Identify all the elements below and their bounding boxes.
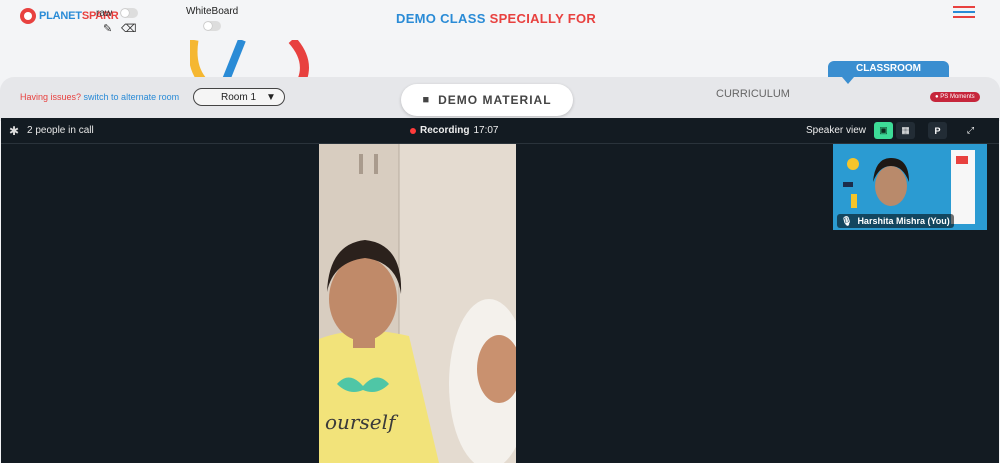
self-name-tag: 🎙 Harshita Mishra (You) <box>837 214 954 228</box>
pip-label: P <box>934 125 941 136</box>
self-name: Harshita Mishra (You) <box>857 216 950 226</box>
recording-dot-icon <box>410 127 416 134</box>
issues-text: Having issues? <box>20 92 82 102</box>
ps-moments-badge[interactable]: ● PS Moments <box>930 92 980 102</box>
grid-view-button[interactable]: ▦ <box>896 122 915 139</box>
ps-moments-label: PS Moments <box>940 94 975 100</box>
alternate-room-link[interactable]: switch to alternate room <box>84 92 180 102</box>
title-part2: SPECIALLY FOR <box>489 11 597 26</box>
recording-label: Recording <box>420 125 470 136</box>
demo-material-button[interactable]: ■ DEMO MATERIAL <box>401 84 573 116</box>
fullscreen-button[interactable]: ⤢ <box>961 122 980 139</box>
call-header: ✱ 2 people in call Recording 17:07 Speak… <box>1 118 999 144</box>
dropdown-arrow-icon: ▼ <box>266 91 276 103</box>
camera-icon: ● <box>935 94 939 100</box>
self-video-thumbnail[interactable]: 🎙 Harshita Mishra (You) <box>833 144 987 230</box>
main-video-feed: ourself <box>319 144 516 463</box>
decorative-arcs <box>190 40 309 80</box>
pencil-icon[interactable]: ✎ <box>103 22 112 35</box>
draw-toggle[interactable] <box>120 8 138 18</box>
people-count: 2 people in call <box>27 125 94 136</box>
issues-message: Having issues? switch to alternate room <box>20 92 179 102</box>
speaker-view-button[interactable]: ▣ <box>874 122 893 139</box>
pip-button[interactable]: P <box>928 122 947 139</box>
room-select[interactable]: Room 1 ▼ <box>193 88 285 106</box>
microphone-icon: 🎙 <box>841 215 853 226</box>
recording-time: 17:07 <box>473 125 499 136</box>
recording-indicator: Recording 17:07 <box>410 125 498 136</box>
svg-text:ourself: ourself <box>325 410 399 434</box>
classroom-pointer <box>842 77 854 84</box>
eraser-icon[interactable]: ⌫ <box>121 22 137 35</box>
room-select-value: Room 1 <box>221 91 257 103</box>
expand-icon: ⤢ <box>966 125 975 135</box>
speaker-view-icon: ▣ <box>879 125 888 135</box>
logo-text-part1: PLANET <box>39 10 82 22</box>
whiteboard-toggle[interactable] <box>203 21 221 31</box>
settings-gear-icon[interactable]: ✱ <box>9 124 19 138</box>
page-title: DEMO CLASS SPECIALLY FOR <box>396 11 596 26</box>
grid-icon: ▦ <box>901 125 910 135</box>
video-call-panel: ✱ 2 people in call Recording 17:07 Speak… <box>1 118 999 463</box>
tab-classroom[interactable]: CLASSROOM <box>828 61 949 77</box>
logo-icon <box>20 8 36 24</box>
hamburger-icon[interactable] <box>953 6 975 20</box>
draw-label: raw <box>96 8 113 19</box>
tab-curriculum[interactable]: CURRICULUM <box>716 88 790 100</box>
folder-icon: ■ <box>422 94 431 106</box>
title-part1: DEMO CLASS <box>396 11 486 26</box>
demo-material-label: DEMO MATERIAL <box>438 93 552 107</box>
whiteboard-label: WhiteBoard <box>186 6 239 17</box>
view-mode-label: Speaker view <box>806 125 867 136</box>
participant-video-image: ourself <box>319 144 516 463</box>
